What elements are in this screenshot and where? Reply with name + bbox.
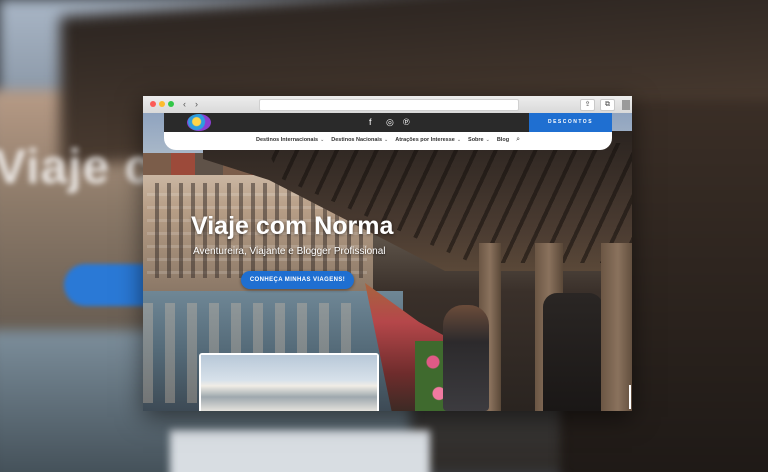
close-window-button[interactable] xyxy=(150,101,156,107)
search-icon[interactable]: ⌕ xyxy=(516,136,520,144)
page-scrollbar[interactable] xyxy=(629,385,631,409)
web-page: f ◎ ℗ DESCONTOS Destinos Internacionais ⌄… xyxy=(143,113,632,411)
menu-item-destinos-internacionais[interactable]: Destinos Internacionais ⌄ xyxy=(256,137,324,143)
descontos-button[interactable]: DESCONTOS xyxy=(529,113,612,132)
hero-bridge-pillar xyxy=(601,243,632,411)
chevron-down-icon: ⌄ xyxy=(456,137,462,143)
menu-item-atracoes-por-interesse[interactable]: Atrações por Interesse ⌄ xyxy=(395,137,461,143)
hero-person xyxy=(443,305,489,411)
pinterest-icon[interactable]: ℗ xyxy=(403,116,410,128)
backdrop-card xyxy=(170,430,430,472)
toolbar-scroll-handle xyxy=(622,100,630,110)
browser-toolbar: ‹ › ⇪ ⧉ xyxy=(143,96,632,114)
menu-item-blog[interactable]: Blog xyxy=(497,137,509,143)
minimize-window-button[interactable] xyxy=(159,101,165,107)
menu-item-label: Destinos Internacionais xyxy=(256,137,319,143)
menu-item-label: Blog xyxy=(496,137,510,143)
address-bar[interactable] xyxy=(259,99,519,111)
chevron-down-icon: ⌄ xyxy=(320,137,325,143)
menu-item-label: Sobre xyxy=(468,137,484,143)
conheca-viagens-button[interactable]: CONHEÇA MINHAS VIAGENS! xyxy=(241,271,354,289)
menu-item-sobre[interactable]: Sobre ⌄ xyxy=(468,137,490,143)
menu-item-destinos-nacionais[interactable]: Destinos Nacionais ⌄ xyxy=(331,137,388,143)
maximize-window-button[interactable] xyxy=(168,101,174,107)
share-icon[interactable]: ⇪ xyxy=(580,99,595,111)
instagram-icon[interactable]: ◎ xyxy=(386,116,394,128)
site-header: f ◎ ℗ DESCONTOS Destinos Internacionais ⌄… xyxy=(164,113,612,150)
tabs-icon[interactable]: ⧉ xyxy=(600,99,615,111)
menu-item-label: Atrações por Interesse xyxy=(395,137,455,143)
facebook-icon[interactable]: f xyxy=(369,116,372,128)
main-menu: Destinos Internacionais ⌄ Destinos Nacion… xyxy=(164,134,612,146)
header-topbar: f ◎ ℗ DESCONTOS xyxy=(164,113,612,132)
featured-post-image xyxy=(201,355,377,411)
chevron-down-icon: ⌄ xyxy=(384,137,389,143)
hero-background-people xyxy=(543,293,603,411)
hero-title: Viaje com Norma xyxy=(191,212,394,240)
chevron-down-icon: ⌄ xyxy=(485,137,490,143)
site-logo[interactable] xyxy=(187,114,211,131)
browser-window: ‹ › ⇪ ⧉ f ◎ ℗ DESCONTOS Destinos Interna… xyxy=(143,96,632,411)
backdrop-title-text: Viaje c xyxy=(0,141,153,194)
hero-subtitle: Aventureira, Viajante e Blogger Profissi… xyxy=(193,246,386,257)
forward-icon[interactable]: › xyxy=(195,99,198,109)
featured-post-card[interactable] xyxy=(199,353,379,411)
menu-item-label: Destinos Nacionais xyxy=(331,137,383,143)
back-icon[interactable]: ‹ xyxy=(183,99,186,109)
